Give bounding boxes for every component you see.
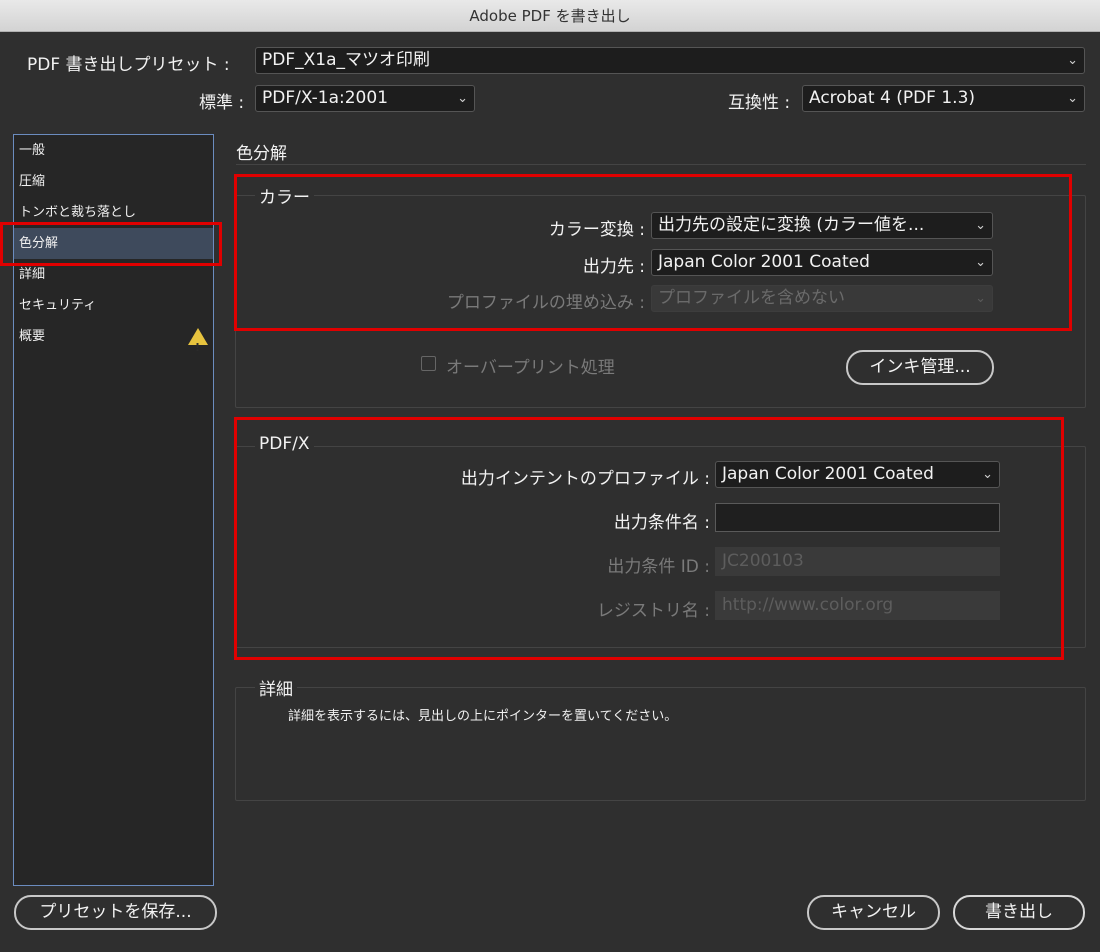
chevron-down-icon: ⌄	[975, 255, 986, 270]
profile-inclusion-label: プロファイルの埋め込み :	[446, 293, 645, 313]
preset-label: PDF 書き出しプリセット :	[27, 55, 230, 75]
category-list: 一般 圧縮 トンボと裁ち落とし 色分解 詳細 セキュリティ 概要 !	[13, 134, 214, 886]
detail-group-title: 詳細	[255, 675, 297, 700]
condition-name-label: 出力条件名 :	[613, 513, 710, 533]
condition-name-input[interactable]	[715, 503, 1000, 532]
chevron-down-icon: ⌄	[975, 291, 986, 306]
color-conversion-label: カラー変換 :	[548, 220, 645, 240]
ink-manager-button[interactable]: インキ管理...	[846, 350, 994, 385]
warning-icon: !	[188, 328, 208, 354]
condition-id-label: 出力条件 ID :	[607, 557, 710, 577]
section-divider	[236, 164, 1086, 165]
sidebar-item-label: 概要	[19, 329, 46, 344]
sidebar-item-compression[interactable]: 圧縮	[14, 166, 213, 197]
color-group-title: カラー	[255, 183, 314, 208]
sidebar-item-marks-bleeds[interactable]: トンボと裁ち落とし	[14, 197, 213, 228]
compat-label: 互換性 :	[728, 93, 791, 113]
window-title: Adobe PDF を書き出し	[0, 0, 1100, 32]
chevron-down-icon: ⌄	[1067, 91, 1078, 106]
section-title: 色分解	[236, 144, 287, 164]
preset-select[interactable]: PDF_X1a_マツオ印刷 ⌄	[255, 47, 1085, 74]
color-conversion-value: 出力先の設定に変換 (カラー値を...	[658, 215, 925, 235]
destination-label: 出力先 :	[582, 257, 645, 277]
standard-select[interactable]: PDF/X-1a:2001 ⌄	[255, 85, 475, 112]
sidebar-item-summary[interactable]: 概要 !	[14, 321, 213, 354]
chevron-down-icon: ⌄	[982, 467, 993, 482]
export-button[interactable]: 書き出し	[953, 895, 1085, 930]
pdfx-group-title: PDF/X	[255, 434, 314, 454]
compat-select[interactable]: Acrobat 4 (PDF 1.3) ⌄	[802, 85, 1085, 112]
sidebar-item-output[interactable]: 色分解	[14, 228, 213, 259]
cancel-button[interactable]: キャンセル	[807, 895, 940, 930]
detail-hint-text: 詳細を表示するには、見出しの上にポインターを置いてください。	[288, 709, 678, 724]
chevron-down-icon: ⌄	[457, 91, 468, 106]
registry-name-input[interactable]: http://www.color.org	[715, 591, 1000, 620]
preset-value: PDF_X1a_マツオ印刷	[262, 50, 430, 70]
standard-value: PDF/X-1a:2001	[262, 88, 389, 108]
chevron-down-icon: ⌄	[1067, 53, 1078, 68]
registry-name-label: レジストリ名 :	[596, 601, 710, 621]
sidebar-item-general[interactable]: 一般	[14, 135, 213, 166]
condition-id-input[interactable]: JC200103	[715, 547, 1000, 576]
profile-inclusion-select[interactable]: プロファイルを含めない ⌄	[651, 285, 993, 312]
output-intent-label: 出力インテントのプロファイル :	[460, 469, 710, 489]
destination-select[interactable]: Japan Color 2001 Coated ⌄	[651, 249, 993, 276]
profile-inclusion-value: プロファイルを含めない	[658, 288, 845, 308]
overprint-label: オーバープリント処理	[446, 358, 615, 378]
output-intent-select[interactable]: Japan Color 2001 Coated ⌄	[715, 461, 1000, 488]
compat-value: Acrobat 4 (PDF 1.3)	[809, 88, 976, 108]
save-preset-button[interactable]: プリセットを保存...	[14, 895, 217, 930]
destination-value: Japan Color 2001 Coated	[658, 252, 870, 272]
sidebar-item-security[interactable]: セキュリティ	[14, 290, 213, 321]
overprint-checkbox[interactable]	[421, 356, 436, 371]
color-conversion-select[interactable]: 出力先の設定に変換 (カラー値を... ⌄	[651, 212, 993, 239]
chevron-down-icon: ⌄	[975, 218, 986, 233]
sidebar-item-advanced[interactable]: 詳細	[14, 259, 213, 290]
standard-label: 標準 :	[199, 93, 245, 113]
output-intent-value: Japan Color 2001 Coated	[722, 464, 934, 484]
